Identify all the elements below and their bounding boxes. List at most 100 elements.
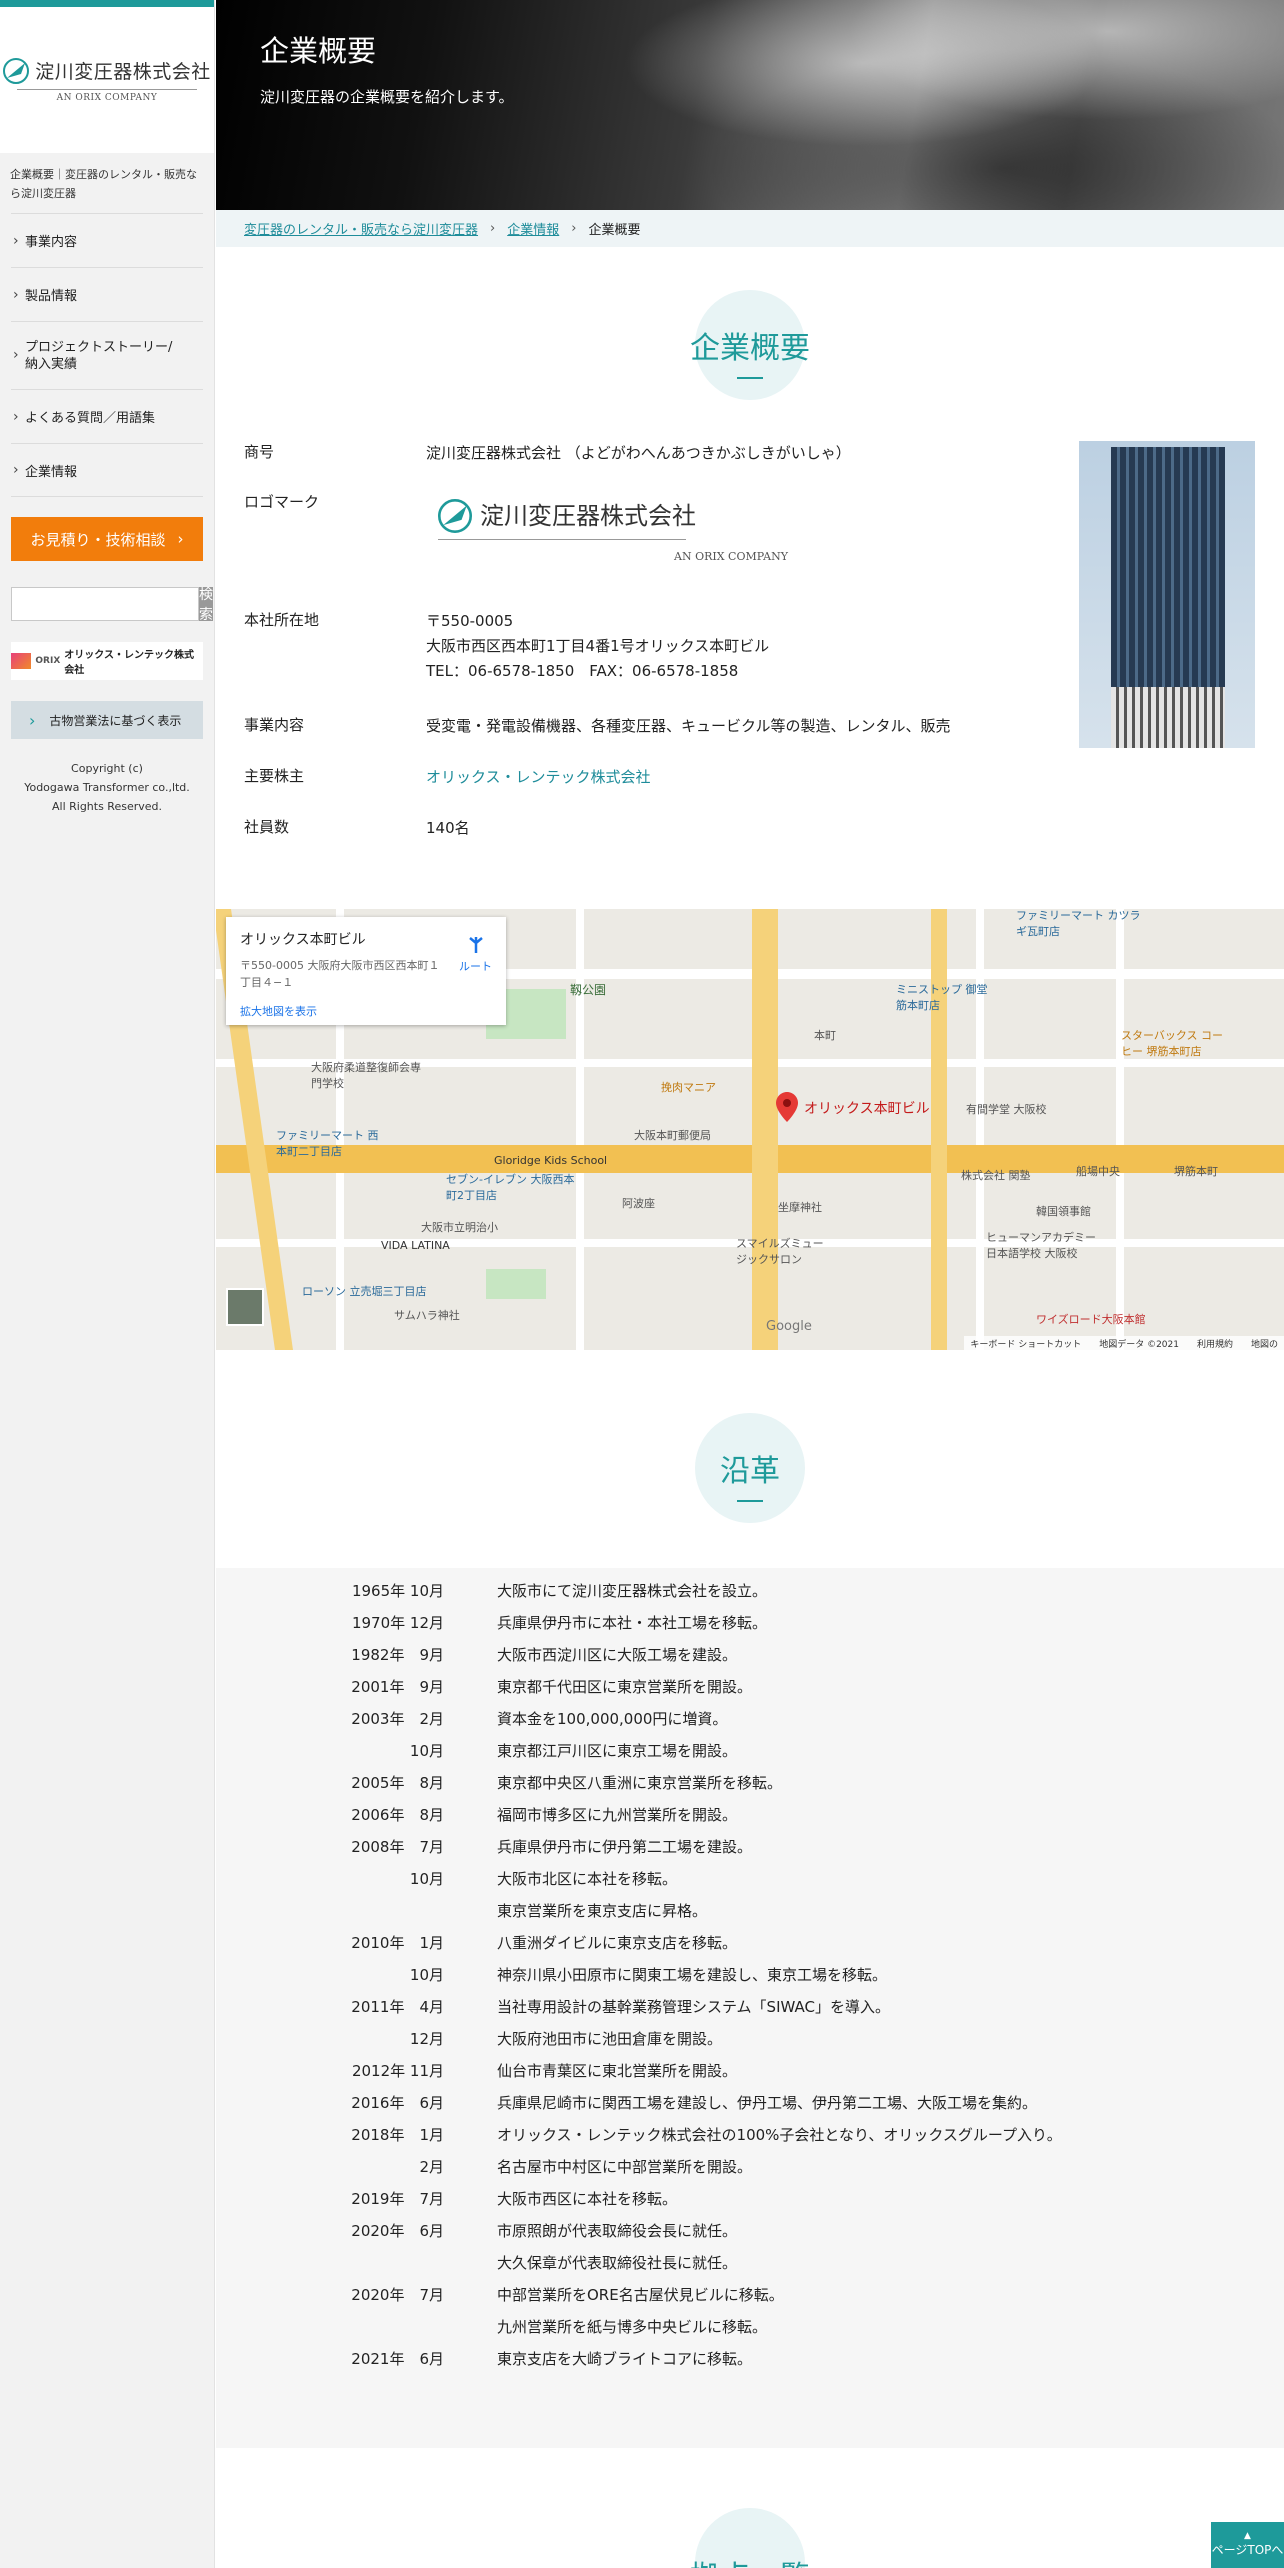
map-label: 坐摩神社 [778, 1201, 822, 1214]
overview-row-shareholder: 主要株主 オリックス・レンテック株式会社 [244, 767, 651, 786]
map-label: VIDA LATINA [381, 1239, 450, 1252]
sidebar-top-bar [0, 0, 214, 7]
history-row: 10月 神奈川県小田原市に関東工場を建設し、東京工場を移転。 [216, 1958, 1284, 1990]
history-date: 2012年 11月 [351, 2061, 444, 2080]
breadcrumb-company[interactable]: 企業情報 [507, 219, 559, 238]
history-event: 兵庫県伊丹市に伊丹第二工場を建設。 [497, 1837, 753, 1856]
history-date: 2016年 6月 [351, 2093, 444, 2112]
history-date: 2008年 7月 [351, 1837, 444, 1856]
history-date: 2005年 8月 [351, 1773, 444, 1792]
overview-row-hq: 本社所在地 〒550-0005 大阪市西区西本町1丁目4番1号オリックス本町ビル… [244, 611, 770, 680]
history-row: 2003年 2月 資本金を100,000,000円に増資。 [216, 1702, 1284, 1734]
sidebar-item-company[interactable]: 企業情報 [11, 443, 203, 497]
map-label: 大阪府柔道整復師会専門学校 [311, 1061, 421, 1090]
history-row: 2月 名古屋市中村区に中部営業所を開設。 [216, 2150, 1284, 2182]
history-event: 名古屋市中村区に中部営業所を開設。 [497, 2157, 753, 2176]
estimate-button[interactable]: お見積り・技術相談 › [11, 517, 203, 561]
history-date: 10月 [409, 1741, 444, 1760]
history-row: 九州営業所を紙与博多中央ビルに移転。 [216, 2310, 1284, 2342]
sidebar-item-products[interactable]: 製品情報 [11, 267, 203, 321]
map-label: 靱公園 [570, 983, 607, 997]
breadcrumb-separator: › [490, 221, 496, 236]
map-report-link[interactable]: 地図の [1251, 1337, 1278, 1350]
map-label: スマイルズミュージックサロン [736, 1237, 824, 1266]
history-date: 1982年 9月 [351, 1645, 444, 1664]
history-event: 仙台市青葉区に東北営業所を開設。 [497, 2061, 738, 2080]
sidebar-nav: 事業内容 製品情報 プロジェクトストーリー/納入実績 よくある質問／用語集 企業… [11, 213, 203, 497]
map-pin-icon[interactable] [776, 1092, 798, 1122]
history-date: 10月 [409, 1965, 444, 1984]
breadcrumb-home[interactable]: 変圧器のレンタル・販売なら淀川変圧器 [244, 219, 478, 238]
kobutsu-button[interactable]: › 古物営業法に基づく表示 [11, 701, 203, 739]
history-event: 大阪市にて淀川変圧器株式会社を設立。 [497, 1581, 768, 1600]
map-label: サムハラ神社 [394, 1309, 460, 1322]
history-event: 大阪市西淀川区に大阪工場を建設。 [497, 1645, 738, 1664]
map-label: 有間学堂 大阪校 [966, 1103, 1047, 1116]
site-logo[interactable]: 淀川変圧器株式会社 AN ORIX COMPANY [0, 7, 214, 153]
map-route-button[interactable]: ルート [459, 935, 492, 974]
history-row: 2016年 6月 兵庫県尼崎市に関西工場を建設し、伊丹工場、伊丹第二工場、大阪工場… [216, 2086, 1284, 2118]
history-event: 東京都中央区八重洲に東京営業所を移転。 [497, 1773, 783, 1792]
history-event: 市原照朗が代表取締役会長に就任。 [497, 2221, 738, 2240]
overview-row-logo: ロゴマーク 淀川変圧器株式会社 AN ORIX COMPANY [244, 491, 1024, 609]
history-list: 1965年 10月 大阪市にて淀川変圧器株式会社を設立。 1970年 12月 兵庫県伊… [216, 1568, 1284, 2448]
copyright: Copyright (c) Yodogawa Transformer co.,l… [24, 762, 190, 813]
search-button[interactable]: 検索 [199, 587, 213, 623]
history-date: 2006年 8月 [351, 1805, 444, 1824]
history-date: 2021年 6月 [351, 2349, 444, 2368]
history-date: 10月 [409, 1869, 444, 1888]
map-label: Gloridge Kids School [494, 1154, 608, 1167]
map-place-name: オリックス本町ビル [240, 932, 366, 948]
map-label: 大阪市立明治小 [421, 1221, 498, 1234]
google-map[interactable]: 靱公園 大阪本町郵便局 本町 阿波座 Gloridge Kids School … [216, 909, 1284, 1350]
history-row: 2010年 1月 八重洲ダイビルに東京支店を移転。 [216, 1926, 1284, 1958]
history-row: 2005年 8月 東京都中央区八重洲に東京営業所を移転。 [216, 1766, 1284, 1798]
history-event: 神奈川県小田原市に関東工場を建設し、東京工場を移転。 [497, 1965, 888, 1984]
map-label: ミニストップ 御堂筋本町店 [896, 983, 988, 1012]
map-enlarge-link[interactable]: 拡大地図を表示 [240, 1003, 492, 1019]
sidebar-item-faq[interactable]: よくある質問／用語集 [11, 389, 203, 443]
map-pin-label: オリックス本町ビル [804, 1101, 930, 1117]
sidebar-item-projects[interactable]: プロジェクトストーリー/納入実績 [11, 321, 203, 389]
history-row: 2018年 1月 オリックス・レンテック株式会社の100%子会社となり、オリックス… [216, 2118, 1284, 2150]
satellite-toggle[interactable] [226, 1288, 264, 1326]
history-event: 九州営業所を紙与博多中央ビルに移転。 [497, 2317, 768, 2336]
map-label: 堺筋本町 [1174, 1165, 1218, 1178]
map-terms-link[interactable]: 利用規約 [1197, 1337, 1233, 1350]
history-row: 2011年 4月 当社専用設計の基幹業務管理システム「SIWAC」を導入。 [216, 1990, 1284, 2022]
map-label: ヒューマンアカデミー 日本語学校 大阪校 [986, 1231, 1096, 1260]
history-date: 2018年 1月 [351, 2125, 444, 2144]
history-heading: 沿革 [216, 1413, 1284, 1523]
history-row: 1970年 12月 兵庫県伊丹市に本社・本社工場を移転。 [216, 1606, 1284, 1638]
logo-mark-icon [3, 57, 30, 84]
history-event: 東京支店を大崎ブライトコアに移転。 [497, 2349, 753, 2368]
orix-rentec-banner[interactable]: ORIX オリックス・レンテック株式会社 [11, 642, 203, 680]
history-event: 当社専用設計の基幹業務管理システム「SIWAC」を導入。 [497, 1997, 890, 2016]
history-date: 2001年 9月 [351, 1677, 444, 1696]
bases-heading: 拠点一覧 [216, 2508, 1284, 2568]
history-row: 1965年 10月 大阪市にて淀川変圧器株式会社を設立。 [216, 1574, 1284, 1606]
logo-subtext: AN ORIX COMPANY [56, 93, 158, 103]
history-event: 東京営業所を東京支店に昇格。 [497, 1901, 708, 1920]
sidebar-item-business[interactable]: 事業内容 [11, 213, 203, 267]
search-form: 検索 [11, 587, 213, 623]
directions-icon [468, 937, 483, 953]
map-label: 船場中央 [1076, 1165, 1120, 1178]
history-date: 2003年 2月 [351, 1709, 444, 1728]
search-input[interactable] [11, 587, 199, 621]
sidebar-description: 企業概要｜変圧器のレンタル・販売なら淀川変圧器 [10, 168, 197, 200]
history-row: 2008年 7月 兵庫県伊丹市に伊丹第二工場を建設。 [216, 1830, 1284, 1862]
history-row: 大久保章が代表取締役社長に就任。 [216, 2246, 1284, 2278]
history-event: 兵庫県伊丹市に本社・本社工場を移転。 [497, 1613, 768, 1632]
history-date: 2019年 7月 [351, 2189, 444, 2208]
map-label: ファミリーマート 西本町二丁目店 [276, 1129, 379, 1158]
map-label: 阿波座 [622, 1197, 655, 1210]
breadcrumb-separator: › [571, 221, 577, 236]
shareholder-link[interactable]: オリックス・レンテック株式会社 [426, 768, 651, 786]
page-hero: 企業概要 淀川変圧器の企業概要を紹介します。 [216, 0, 1284, 210]
history-row: 2021年 6月 東京支店を大崎ブライトコアに移転。 [216, 2342, 1284, 2374]
chevron-right-icon: › [177, 530, 184, 548]
history-event: 大久保章が代表取締役社長に就任。 [497, 2253, 738, 2272]
page-top-button[interactable]: ▲ ページTOPへ [1211, 2522, 1284, 2568]
map-shortcuts-link[interactable]: キーボード ショートカット [970, 1337, 1081, 1350]
